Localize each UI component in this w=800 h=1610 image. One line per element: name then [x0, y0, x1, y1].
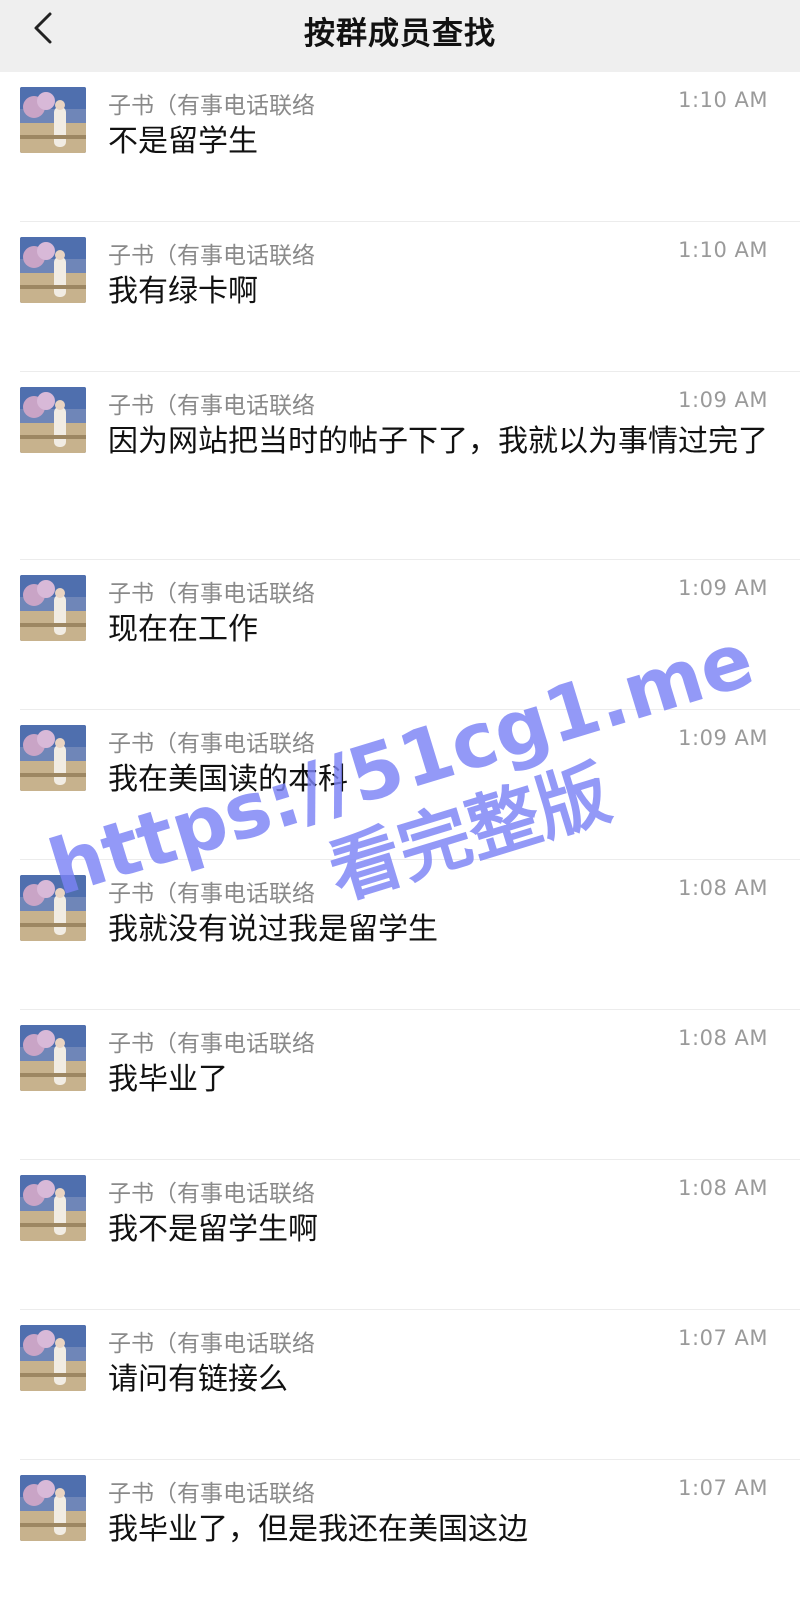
- avatar[interactable]: [20, 725, 86, 791]
- message-time: 1:08 AM: [678, 1176, 768, 1200]
- sender-name: 子书（有事电话联络: [108, 93, 315, 119]
- avatar[interactable]: [20, 575, 86, 641]
- top-bar: 按群成员查找: [0, 0, 800, 72]
- sender-name: 子书（有事电话联络: [108, 1181, 315, 1207]
- avatar[interactable]: [20, 1025, 86, 1091]
- list-item[interactable]: 子书（有事电话联络 1:08 AM 我就没有说过我是留学生: [0, 860, 800, 1010]
- avatar[interactable]: [20, 1175, 86, 1241]
- list-item[interactable]: 子书（有事电话联络 1:10 AM 我有绿卡啊: [0, 222, 800, 372]
- sender-name: 子书（有事电话联络: [108, 1031, 315, 1057]
- message-text: 我毕业了: [108, 1062, 228, 1097]
- message-text: 因为网站把当时的帖子下了，我就以为事情过完了: [108, 424, 768, 459]
- message-text: 请问有链接么: [108, 1362, 288, 1397]
- message-text: 我毕业了，但是我还在美国这边: [108, 1512, 528, 1547]
- list-item[interactable]: 子书（有事电话联络 1:08 AM 我毕业了: [0, 1010, 800, 1160]
- sender-name: 子书（有事电话联络: [108, 1481, 315, 1507]
- list-item[interactable]: 子书（有事电话联络 1:10 AM 不是留学生: [0, 72, 800, 222]
- message-time: 1:10 AM: [678, 238, 768, 262]
- list-item[interactable]: 子书（有事电话联络 1:07 AM 我毕业了，但是我还在美国这边: [0, 1460, 800, 1610]
- sender-name: 子书（有事电话联络: [108, 1331, 315, 1357]
- avatar[interactable]: [20, 1325, 86, 1391]
- message-time: 1:07 AM: [678, 1476, 768, 1500]
- sender-name: 子书（有事电话联络: [108, 581, 315, 607]
- list-item[interactable]: 子书（有事电话联络 1:07 AM 请问有链接么: [0, 1310, 800, 1460]
- message-time: 1:07 AM: [678, 1326, 768, 1350]
- message-time: 1:09 AM: [678, 388, 768, 412]
- avatar[interactable]: [20, 875, 86, 941]
- message-time: 1:08 AM: [678, 1026, 768, 1050]
- message-list[interactable]: 子书（有事电话联络 1:10 AM 不是留学生 子书（有事电话联络 1:10 A…: [0, 72, 800, 1610]
- message-text: 现在在工作: [108, 612, 258, 647]
- list-item[interactable]: 子书（有事电话联络 1:09 AM 我在美国读的本科: [0, 710, 800, 860]
- message-text: 我在美国读的本科: [108, 762, 348, 797]
- message-text: 我就没有说过我是留学生: [108, 912, 438, 947]
- list-item[interactable]: 子书（有事电话联络 1:09 AM 因为网站把当时的帖子下了，我就以为事情过完了: [0, 372, 800, 560]
- avatar[interactable]: [20, 237, 86, 303]
- message-text: 不是留学生: [108, 124, 258, 159]
- sender-name: 子书（有事电话联络: [108, 243, 315, 269]
- avatar[interactable]: [20, 87, 86, 153]
- list-item[interactable]: 子书（有事电话联络 1:09 AM 现在在工作: [0, 560, 800, 710]
- page-title: 按群成员查找: [304, 16, 496, 52]
- message-text: 我不是留学生啊: [108, 1212, 318, 1247]
- sender-name: 子书（有事电话联络: [108, 881, 315, 907]
- avatar[interactable]: [20, 387, 86, 453]
- avatar[interactable]: [20, 1475, 86, 1541]
- sender-name: 子书（有事电话联络: [108, 393, 315, 419]
- message-time: 1:09 AM: [678, 726, 768, 750]
- sender-name: 子书（有事电话联络: [108, 731, 315, 757]
- list-item[interactable]: 子书（有事电话联络 1:08 AM 我不是留学生啊: [0, 1160, 800, 1310]
- message-time: 1:09 AM: [678, 576, 768, 600]
- message-text: 我有绿卡啊: [108, 274, 258, 309]
- message-time: 1:10 AM: [678, 88, 768, 112]
- message-time: 1:08 AM: [678, 876, 768, 900]
